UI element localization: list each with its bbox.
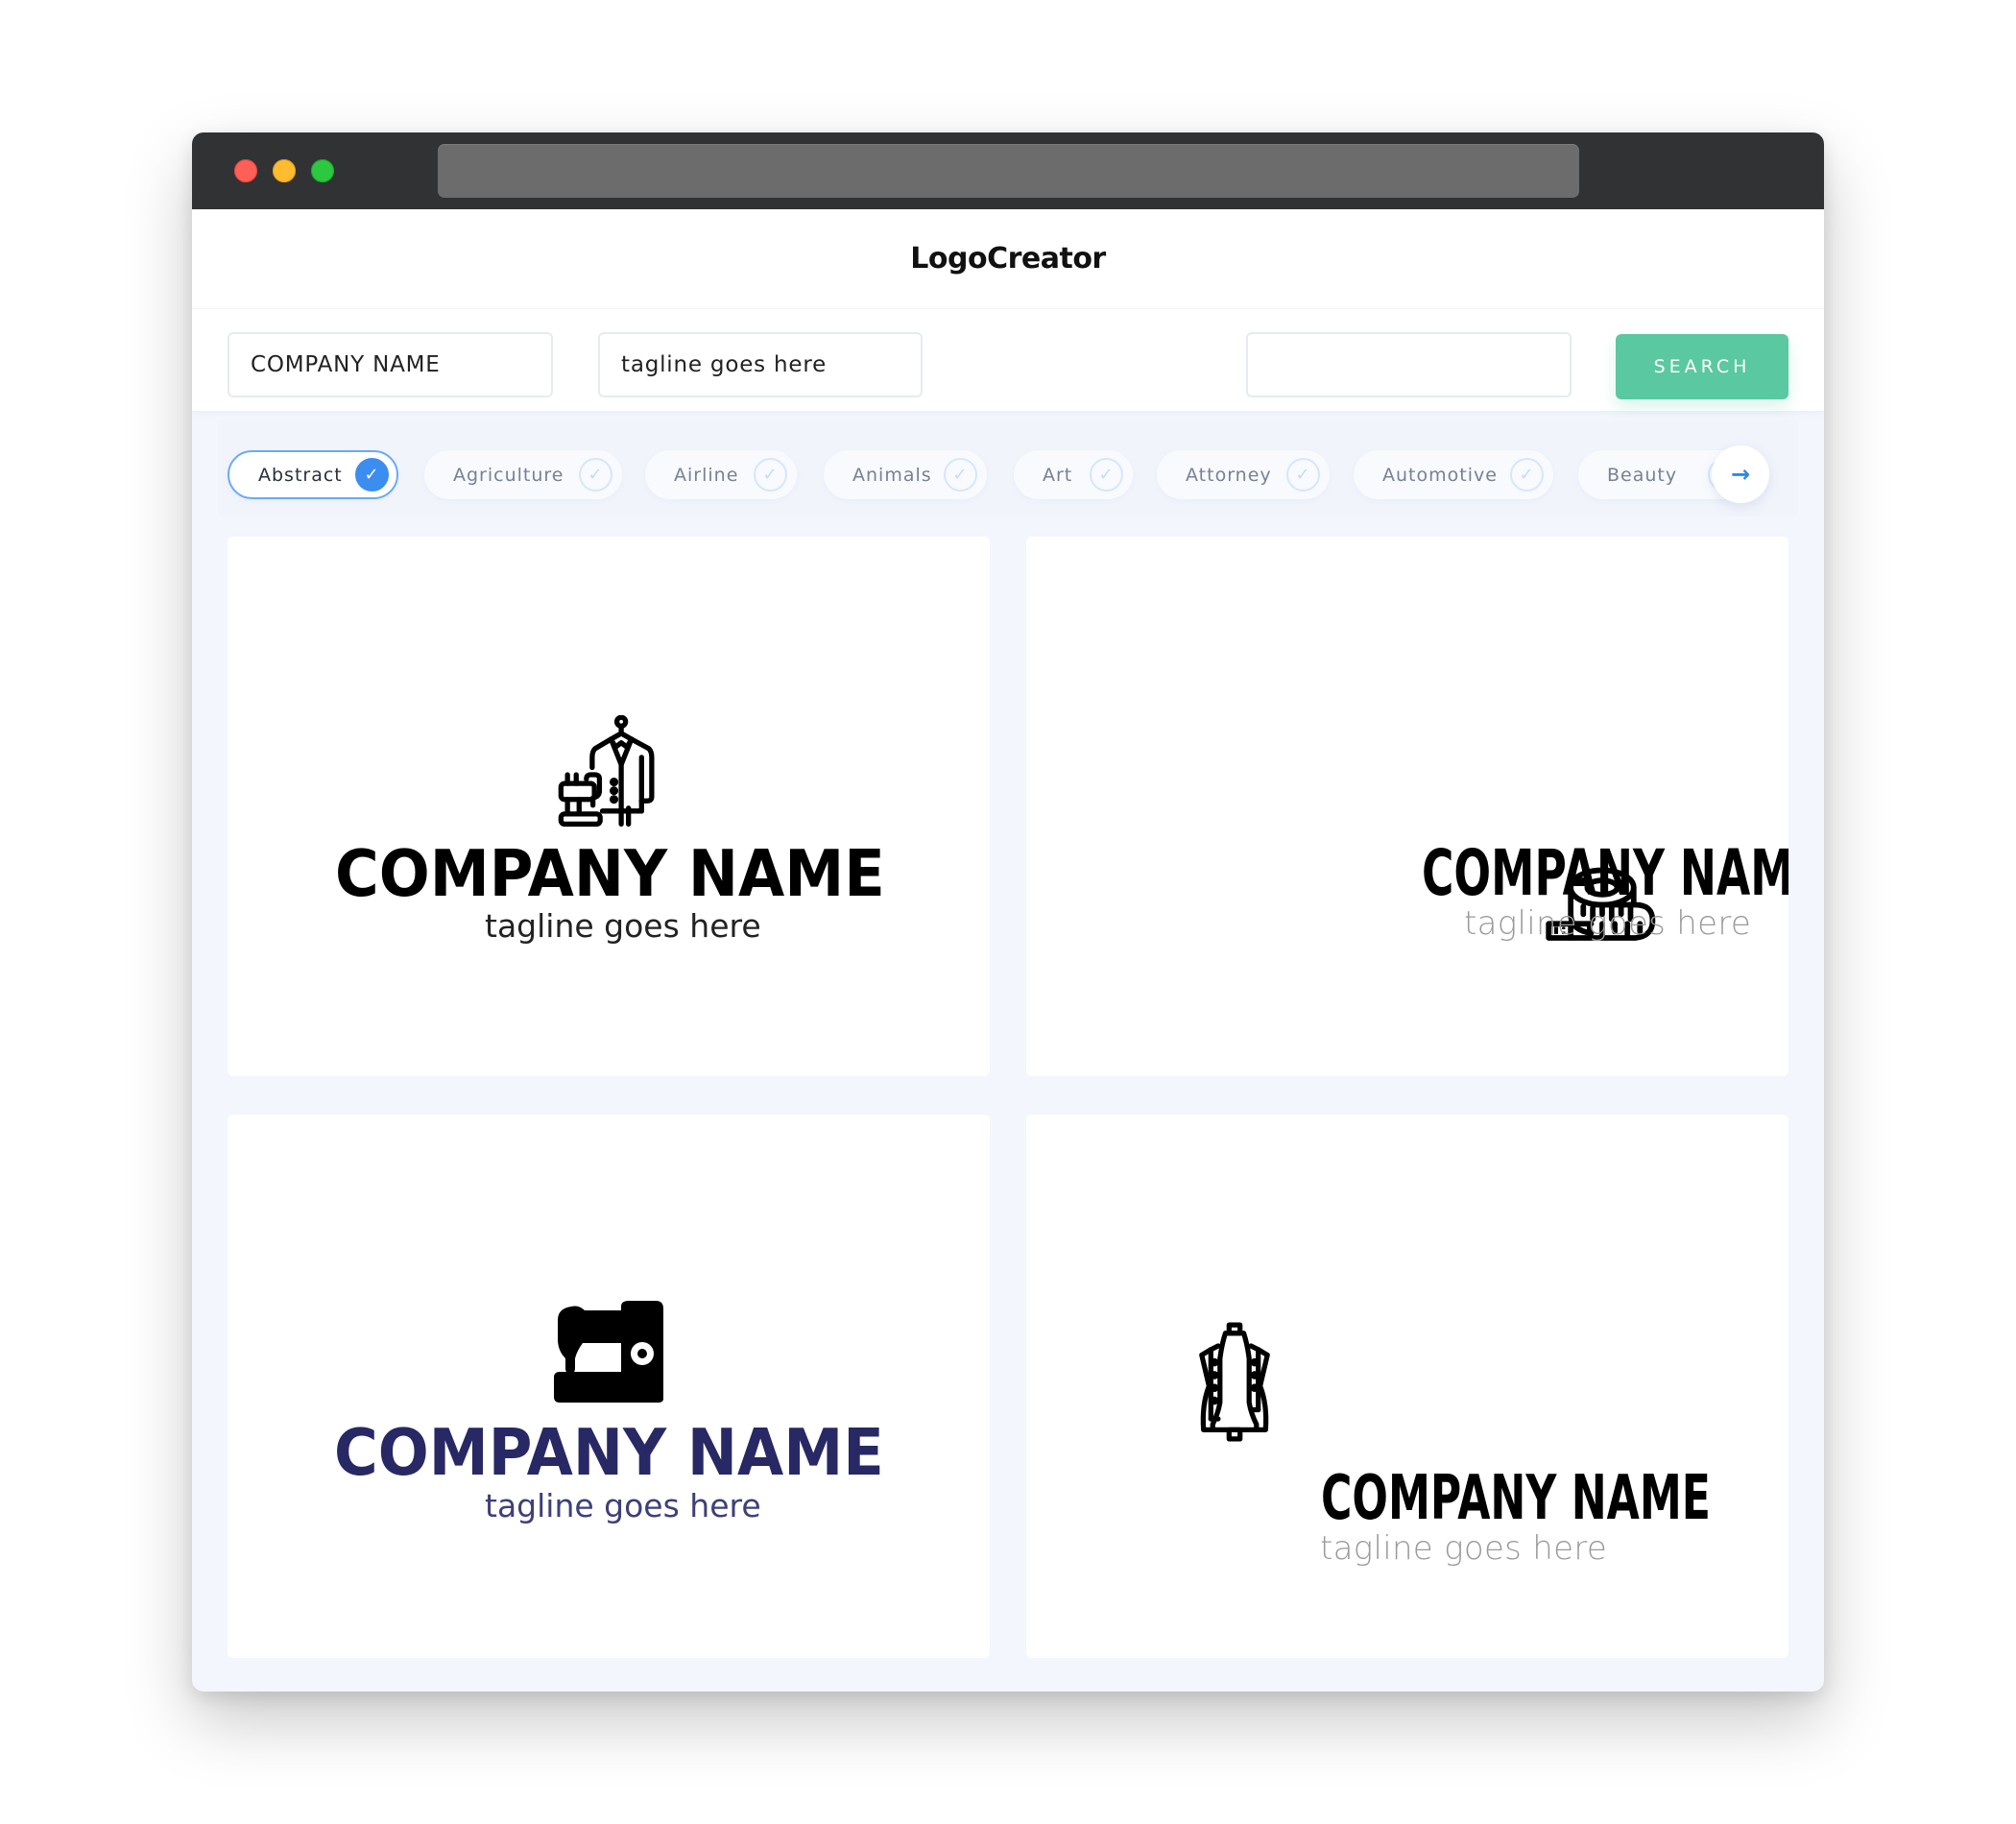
check-icon: ✓: [1286, 458, 1320, 492]
check-icon: ✓: [754, 458, 787, 492]
company-name-input[interactable]: COMPANY NAME: [228, 332, 553, 397]
keyword-input[interactable]: [1246, 332, 1572, 397]
dress-form-icon: [1199, 1322, 1270, 1442]
category-chip-agriculture[interactable]: Agriculture ✓: [424, 450, 622, 499]
search-button[interactable]: SEARCH: [1616, 334, 1788, 399]
logo-card[interactable]: COMPANY NAME tagline goes here: [228, 537, 990, 1076]
chip-label: Automotive: [1382, 464, 1498, 486]
company-name-text: COMPANY NAME: [334, 1415, 884, 1490]
chip-label: Animals: [852, 464, 932, 486]
next-categories-button[interactable]: →: [1712, 445, 1769, 503]
search-bar: COMPANY NAME tagline goes here SEARCH: [192, 308, 1824, 411]
logo-card[interactable]: COMPANY NAME tagline goes here: [228, 1115, 990, 1658]
check-icon: ✓: [1090, 458, 1123, 492]
logo-card[interactable]: COMPANY NAME tagline goes here: [1026, 1115, 1788, 1658]
category-chip-automotive[interactable]: Automotive ✓: [1354, 450, 1553, 499]
chip-label: Agriculture: [453, 464, 564, 486]
company-name-text: COMPANY NAME: [335, 836, 885, 911]
browser-window: LogoCreator COMPANY NAME tagline goes he…: [192, 132, 1824, 1692]
close-window-button[interactable]: [234, 159, 257, 182]
category-chip-attorney[interactable]: Attorney ✓: [1157, 450, 1330, 499]
chip-label: Beauty: [1607, 464, 1678, 486]
category-chip-animals[interactable]: Animals ✓: [824, 450, 987, 499]
tagline-text: tagline goes here: [485, 907, 761, 945]
chip-label: Art: [1043, 464, 1073, 486]
category-chip-list: Abstract ✓ Agriculture ✓ Airline ✓ Anima…: [192, 440, 1766, 516]
check-icon: ✓: [579, 458, 612, 492]
title-bar: [192, 132, 1824, 209]
tagline-text: tagline goes here: [485, 1487, 761, 1524]
check-icon: ✓: [944, 458, 977, 492]
app-title: LogoCreator: [910, 242, 1106, 276]
chip-label: Airline: [674, 464, 739, 486]
address-bar[interactable]: [438, 144, 1579, 198]
minimize-window-button[interactable]: [273, 159, 296, 182]
sewing-machine-icon: [554, 1301, 663, 1403]
logo-card[interactable]: COMPANY NAME tagline goes here: [1026, 537, 1788, 1076]
chip-label: Attorney: [1186, 464, 1272, 486]
check-icon: ✓: [1510, 458, 1544, 492]
check-icon: ✓: [355, 458, 389, 492]
coat-and-sewing-machine-icon: [558, 715, 655, 828]
tagline-text: tagline goes here: [1464, 904, 1752, 943]
company-name-text: COMPANY NAME: [1321, 1463, 1711, 1534]
tagline-input[interactable]: tagline goes here: [598, 332, 923, 397]
chip-label: Abstract: [258, 464, 343, 486]
category-chip-art[interactable]: Art ✓: [1014, 450, 1133, 499]
tagline-text: tagline goes here: [1320, 1529, 1608, 1568]
app-header: LogoCreator: [192, 209, 1824, 308]
category-chip-abstract[interactable]: Abstract ✓: [228, 450, 398, 499]
company-name-text: COMPANY NAME: [1422, 836, 1788, 910]
category-chip-airline[interactable]: Airline ✓: [645, 450, 797, 499]
arrow-right-icon: →: [1730, 461, 1751, 488]
maximize-window-button[interactable]: [311, 159, 334, 182]
